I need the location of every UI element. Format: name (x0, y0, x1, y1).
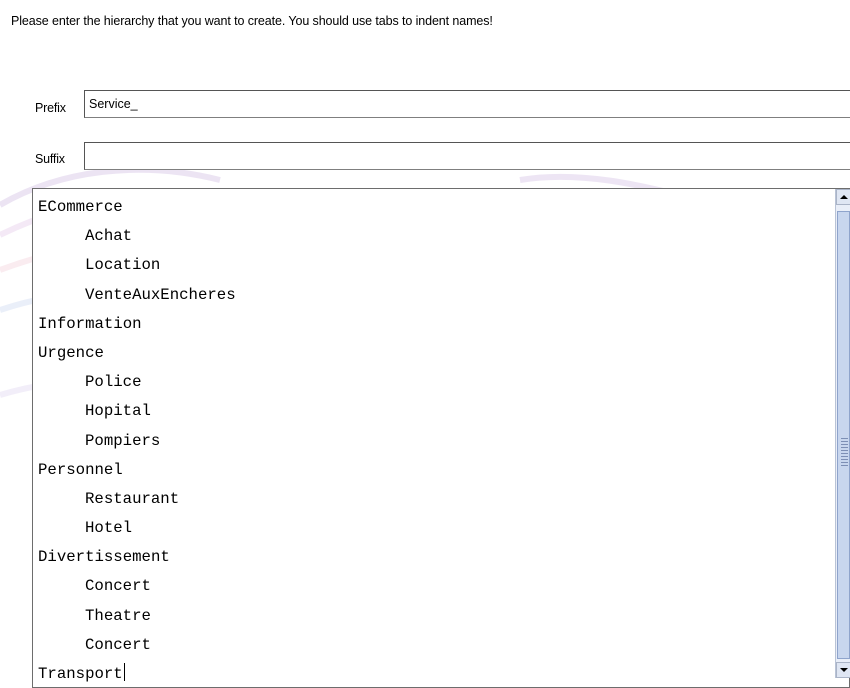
suffix-input[interactable] (84, 142, 850, 170)
hierarchy-line[interactable]: Restaurant (38, 485, 236, 514)
hierarchy-line-text: Urgence (38, 343, 104, 362)
text-caret (123, 663, 125, 681)
hierarchy-line[interactable]: Transport (38, 660, 236, 687)
instruction-text: Please enter the hierarchy that you want… (11, 14, 493, 28)
hierarchy-lines: ECommerce Achat Location VenteAuxEncheres In… (38, 193, 236, 687)
hierarchy-line-text: Personnel (38, 460, 123, 479)
hierarchy-line-text: Concert (85, 635, 151, 654)
hierarchy-line-text: Restaurant (85, 489, 180, 508)
hierarchy-line[interactable]: Achat (38, 222, 236, 251)
hierarchy-line-text: Information (38, 314, 142, 333)
arrow-up-icon (840, 195, 848, 199)
hierarchy-line[interactable]: Personnel (38, 456, 236, 485)
hierarchy-line-text: Concert (85, 577, 151, 596)
grip-icon (841, 436, 848, 466)
hierarchy-line-text: Hopital (85, 402, 151, 421)
hierarchy-line[interactable]: ECommerce (38, 193, 236, 222)
prefix-input[interactable]: Service_ (84, 90, 850, 118)
hierarchy-line-text: Location (85, 256, 161, 275)
scroll-down-button[interactable] (836, 662, 850, 678)
prefix-label: Prefix (35, 101, 66, 115)
hierarchy-line[interactable]: Hotel (38, 514, 236, 543)
hierarchy-line[interactable]: Concert (38, 631, 236, 660)
hierarchy-line-text: VenteAuxEncheres (85, 285, 236, 304)
hierarchy-line[interactable]: Pompiers (38, 427, 236, 456)
hierarchy-line[interactable]: Theatre (38, 602, 236, 631)
hierarchy-line[interactable]: Urgence (38, 339, 236, 368)
scroll-up-button[interactable] (836, 189, 850, 205)
hierarchy-line[interactable]: Information (38, 310, 236, 339)
vertical-scrollbar[interactable] (835, 189, 850, 678)
hierarchy-editor[interactable]: ECommerce Achat Location VenteAuxEncheres In… (32, 188, 850, 688)
hierarchy-line-text: Achat (85, 227, 133, 246)
hierarchy-line[interactable]: Police (38, 368, 236, 397)
hierarchy-line-text: Police (85, 373, 142, 392)
suffix-label: Suffix (35, 152, 65, 166)
hierarchy-line[interactable]: Hopital (38, 397, 236, 426)
scrollbar-thumb[interactable] (837, 211, 850, 659)
hierarchy-line-text: Transport (38, 665, 123, 683)
hierarchy-line[interactable]: Concert (38, 572, 236, 601)
hierarchy-line[interactable]: Divertissement (38, 543, 236, 572)
hierarchy-line[interactable]: Location (38, 251, 236, 280)
hierarchy-line-text: Divertissement (38, 548, 170, 567)
arrow-down-icon (840, 668, 848, 672)
hierarchy-line-text: ECommerce (38, 198, 123, 216)
hierarchy-line-text: Pompiers (85, 431, 161, 450)
hierarchy-line-text: Theatre (85, 606, 151, 625)
hierarchy-line[interactable]: VenteAuxEncheres (38, 281, 236, 310)
hierarchy-line-text: Hotel (85, 519, 133, 538)
